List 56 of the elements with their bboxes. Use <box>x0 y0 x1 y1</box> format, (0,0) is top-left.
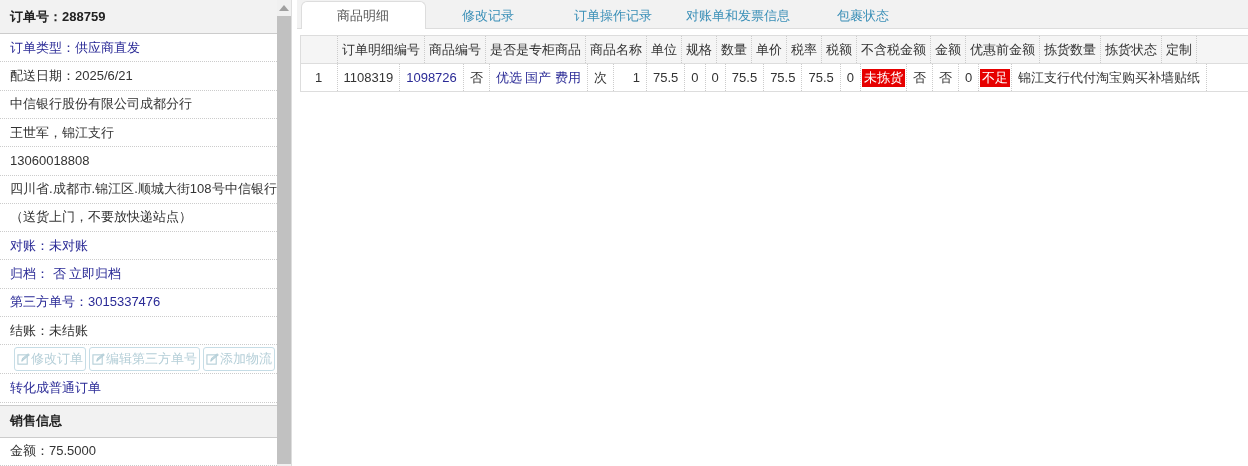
info-text: 13060018808 <box>0 147 277 176</box>
info-text: 王世军，锦江支行 <box>0 118 277 148</box>
column-header: 商品名称 <box>585 36 647 63</box>
status-badge: 不足 <box>980 68 1011 87</box>
info-link[interactable]: 归档： 否 立即归档 <box>0 260 277 289</box>
column-header: 单价 <box>751 36 787 63</box>
table-cell-text: 1 <box>631 70 642 85</box>
table-cell-text: 否 <box>938 68 953 87</box>
column-header: 优惠前金额 <box>965 36 1040 63</box>
column-header: 规格 <box>681 36 717 63</box>
row-number: 1 <box>300 64 338 91</box>
order-number-title: 订单号：288759 <box>0 0 277 35</box>
info-text: 配送日期：2025/6/21 <box>0 62 277 91</box>
info-link[interactable]: 第三方单号：3015337476 <box>0 288 277 317</box>
column-header: 数量 <box>716 36 752 63</box>
scroll-up-icon[interactable] <box>278 5 289 11</box>
table-cell-text: 75.5 <box>807 70 835 85</box>
table-cell-text: 锦江支行代付淘宝购买补墙贴纸 <box>1017 68 1202 87</box>
column-header: 不含税金额 <box>856 36 931 63</box>
table-cell-text: 75.5 <box>652 70 680 85</box>
info-link[interactable]: 订单类型：供应商直发 <box>0 34 277 63</box>
column-header: 金额 <box>930 36 966 63</box>
column-header: 定制 <box>1161 36 1197 63</box>
column-header: 拣货状态 <box>1100 36 1162 63</box>
table-cell-text: 否 <box>912 68 927 87</box>
column-header: 单位 <box>646 36 682 63</box>
amount-text: 金额：75.5000 <box>0 437 277 466</box>
column-header: 商品编号 <box>424 36 486 63</box>
table-cell-text: 1108319 <box>342 70 395 85</box>
edit-icon <box>92 352 105 366</box>
table-link[interactable]: 1098726 <box>404 70 459 85</box>
table-cell-text: 75.5 <box>769 70 797 85</box>
table-cell-text: 0 <box>710 70 720 85</box>
table-cell-text: 次 <box>593 68 609 87</box>
info-text: （送货上门，不要放快递站点） <box>0 203 277 233</box>
info-text: 中信银行股份有限公司成都分行 <box>0 90 277 119</box>
table-cell-text: 0 <box>690 70 700 85</box>
column-header: 是否是专柜商品 <box>485 36 586 63</box>
status-badge: 未拣货 <box>862 68 905 87</box>
section-title: 销售信息 <box>0 404 277 438</box>
column-header: 拣货数量 <box>1039 36 1101 63</box>
table-cell-text: 75.5 <box>730 70 759 85</box>
table-cell-text: 0 <box>845 70 855 85</box>
tab[interactable]: 商品明细 <box>300 1 426 29</box>
column-header: 税额 <box>821 36 857 63</box>
edit-icon <box>17 352 30 366</box>
column-header: 订单明细编号 <box>337 36 425 63</box>
info-text: 四川省.成都市.锦江区.顺城大街108号中信银行 <box>0 175 277 204</box>
table-link[interactable]: 优选 国产 费用 <box>493 68 584 87</box>
info-text: 结账：未结账 <box>0 316 277 346</box>
column-header: 税率 <box>786 36 822 63</box>
convert-link[interactable]: 转化成普通订单 <box>0 374 277 403</box>
table-cell-text: 0 <box>964 70 974 85</box>
edit-icon <box>206 352 219 366</box>
table-cell-text: 否 <box>468 68 484 87</box>
info-link[interactable]: 对账：未对账 <box>0 232 277 261</box>
